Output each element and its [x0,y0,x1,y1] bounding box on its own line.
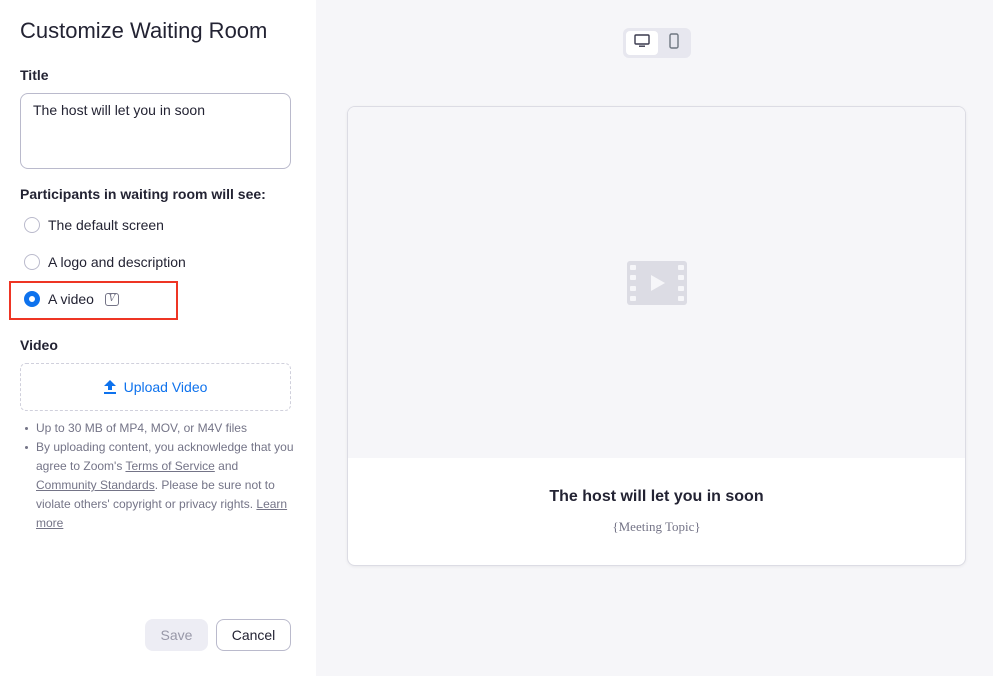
option-label: The default screen [48,217,164,233]
participants-label: Participants in waiting room will see: [20,186,266,202]
page-title: Customize Waiting Room [20,18,268,43]
note-size-limit: Up to 30 MB of MP4, MOV, or M4V files [24,419,296,438]
settings-panel: Customize Waiting Room Title The host wi… [0,0,316,676]
upload-label: Upload Video [123,379,208,395]
waiting-room-preview: The host will let you in soon {Meeting T… [347,106,966,566]
cancel-button[interactable]: Cancel [216,619,291,651]
device-toggle [623,28,691,58]
radio-logo-description[interactable] [24,254,40,270]
preview-meeting-topic: {Meeting Topic} [612,519,701,534]
video-placeholder-icon [627,261,687,310]
desktop-view-button[interactable] [626,31,658,55]
mobile-icon [669,32,679,54]
radio-default-screen[interactable] [24,217,40,233]
save-button[interactable]: Save [145,619,208,651]
preview-title: The host will let you in soon [549,488,764,505]
option-logo-description[interactable]: A logo and description [24,254,186,270]
note-text: and [214,459,239,473]
title-input[interactable]: The host will let you in soon [20,93,291,169]
upload-arrow-icon [103,380,116,394]
option-label: A logo and description [48,254,186,270]
mobile-view-button[interactable] [660,31,688,55]
highlight-box [9,281,178,320]
preview-media-area [348,107,965,458]
video-label: Video [20,337,58,353]
upload-notes: Up to 30 MB of MP4, MOV, or M4V files By… [24,419,296,533]
title-label: Title [20,67,49,83]
note-terms: By uploading content, you acknowledge th… [24,438,296,533]
option-default-screen[interactable]: The default screen [24,217,164,233]
community-standards-link[interactable]: Community Standards [36,478,155,492]
terms-of-service-link[interactable]: Terms of Service [125,459,214,473]
upload-video-button[interactable]: Upload Video [20,363,291,411]
desktop-icon [634,33,650,53]
